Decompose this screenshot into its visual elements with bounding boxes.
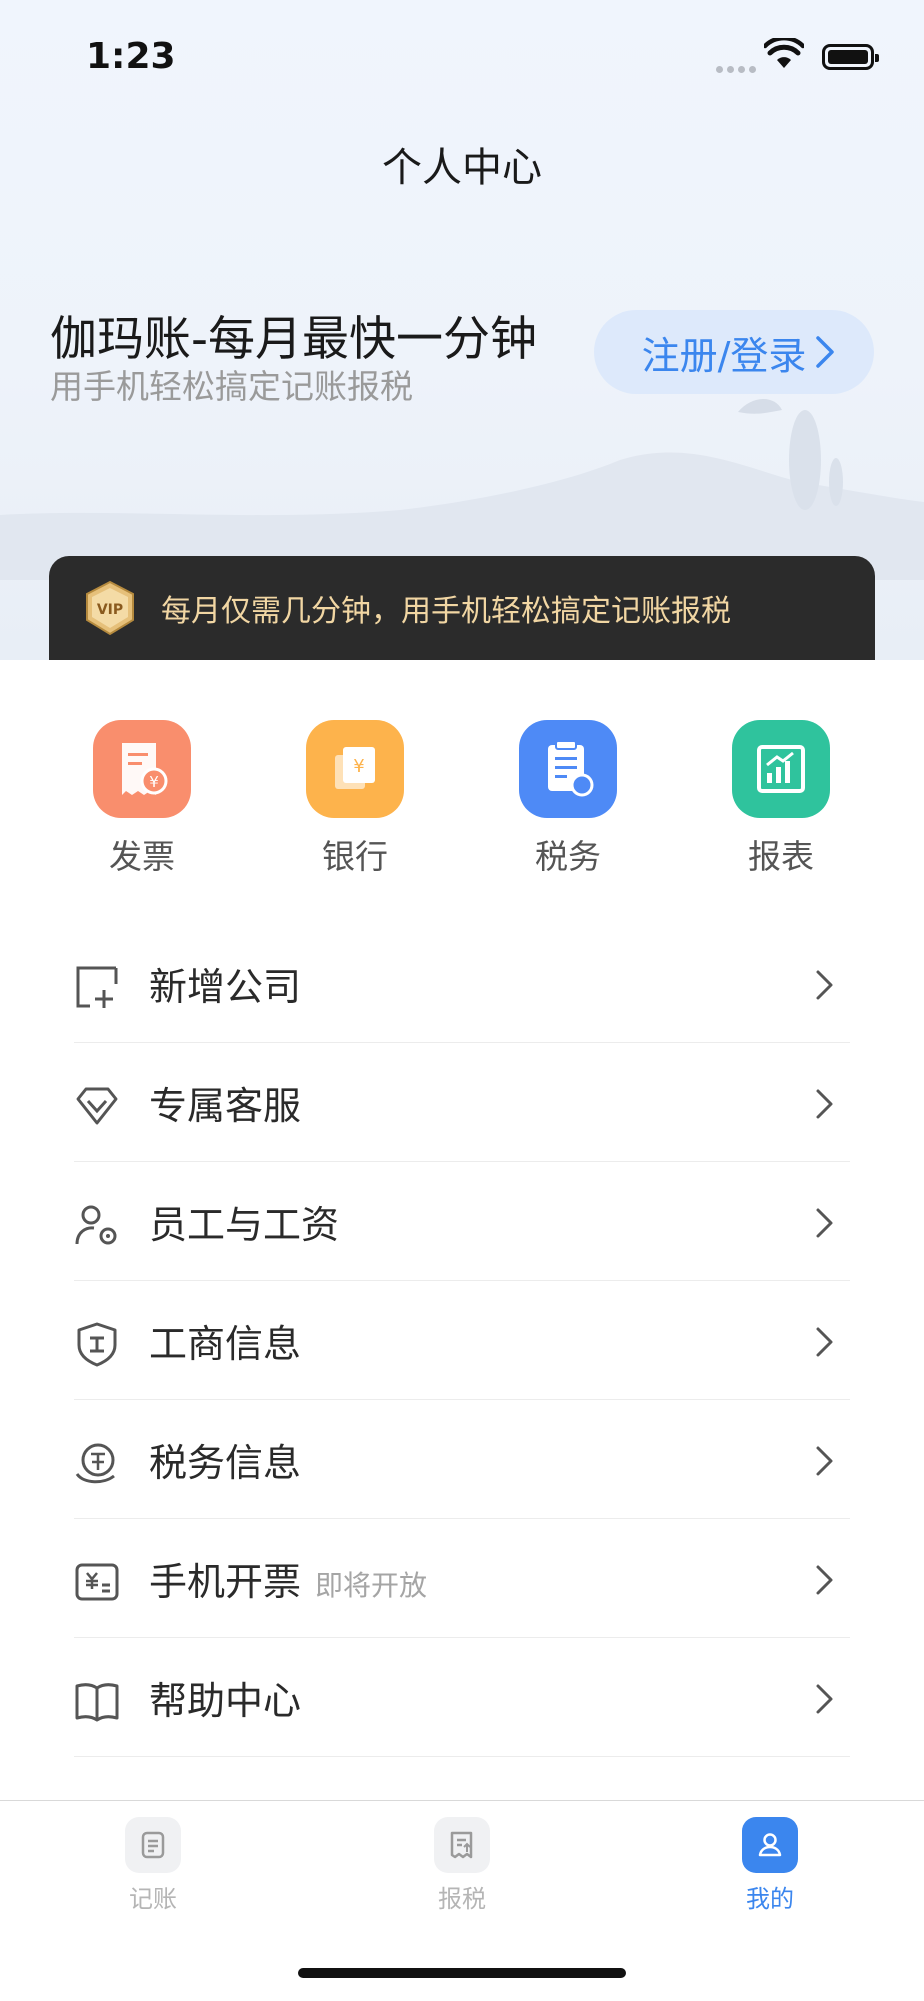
status-bar: 1:23 [0,0,924,110]
quick-action-label: 发票 [109,837,175,876]
menu-item-label: 帮助中心 [149,1679,302,1723]
menu-item-label: 员工与工资 [149,1203,340,1247]
tab-label: 报税 [438,1885,486,1913]
menu-item-staff-salary[interactable]: 员工与工资 [74,1162,850,1281]
menu-item-label: 专属客服 [149,1084,302,1128]
user-gear-icon [75,1205,117,1245]
svg-text:¥: ¥ [353,756,364,777]
quick-action-label: 报表 [748,837,814,876]
tab-mine[interactable]: 我的 [710,1817,830,1914]
add-company-icon [76,966,118,1008]
svg-text:¥: ¥ [149,773,159,791]
quick-action-label: 银行 [322,837,388,876]
quick-action-label: 税务 [535,837,601,876]
mobile-invoice-icon [75,1563,119,1601]
menu-item-title: 手机开票 [149,1560,302,1604]
vip-banner-text: 每月仅需几分钟，用手机轻松搞定记账报税 [161,594,731,629]
menu-item-help-center[interactable]: 帮助中心 [74,1638,850,1757]
signal-icon [716,58,760,77]
vip-badge-icon: VIP [86,580,134,636]
menu-item-tax-info[interactable]: 税务信息 [74,1400,850,1519]
report-icon [732,720,830,818]
ledger-icon [125,1817,181,1873]
hero-title: 伽玛账-每月最快一分钟 [50,312,537,367]
menu-item-add-company[interactable]: 新增公司 [74,924,850,1043]
quick-action-bank[interactable]: ¥ 银行 [295,720,415,878]
bank-icon: ¥ [306,720,404,818]
quick-action-invoice[interactable]: ¥ 发票 [82,720,202,878]
quick-action-tax[interactable]: 税务 [508,720,628,878]
diamond-icon [76,1087,118,1125]
tab-bookkeeping[interactable]: 记账 [93,1817,213,1914]
tax-report-icon [434,1817,490,1873]
invoice-icon: ¥ [93,720,191,818]
login-button-label: 注册/登录 [641,333,807,378]
chevron-right-icon [816,1565,833,1595]
wifi-icon [764,38,804,68]
chevron-right-icon [816,1684,833,1714]
menu-item-customer-service[interactable]: 专属客服 [74,1043,850,1162]
menu-item-label: 工商信息 [149,1322,302,1366]
chevron-right-icon [816,970,833,1000]
home-indicator [298,1968,626,1978]
main-content: ¥ 发票 ¥ 银行 税务 报表 新增公司 专属客服 员工与工资 工商信息 税务信… [0,660,924,1842]
menu-item-mobile-invoice[interactable]: 手机开票 即将开放 [74,1519,850,1638]
hero-subtitle: 用手机轻松搞定记账报税 [50,367,413,406]
tax-info-icon [75,1443,115,1484]
menu-item-label: 手机开票 即将开放 [149,1551,427,1606]
quick-action-report[interactable]: 报表 [721,720,841,878]
coming-soon-hint: 即将开放 [315,1569,428,1602]
chevron-right-icon [816,1446,833,1476]
shield-icon [77,1322,117,1367]
battery-icon [822,44,879,70]
tab-tax-filing[interactable]: 报税 [402,1817,522,1914]
menu-item-label: 税务信息 [149,1441,302,1485]
landscape-illustration [0,398,924,580]
vip-banner[interactable]: VIP 每月仅需几分钟，用手机轻松搞定记账报税 [49,556,875,660]
book-icon [75,1683,119,1722]
tax-icon [519,720,617,818]
vip-badge-text: VIP [97,602,123,618]
chevron-right-icon [816,1089,833,1119]
login-register-button[interactable]: 注册/登录 [594,310,874,394]
chevron-right-icon [816,1208,833,1238]
tab-label: 我的 [746,1885,794,1913]
status-time: 1:23 [86,36,176,77]
page-title: 个人中心 [382,145,542,191]
profile-icon [742,1817,798,1873]
chevron-right-icon [816,336,834,368]
chevron-right-icon [816,1327,833,1357]
tab-label: 记账 [129,1885,177,1913]
menu-item-business-info[interactable]: 工商信息 [74,1281,850,1400]
menu-item-label: 新增公司 [149,965,302,1009]
